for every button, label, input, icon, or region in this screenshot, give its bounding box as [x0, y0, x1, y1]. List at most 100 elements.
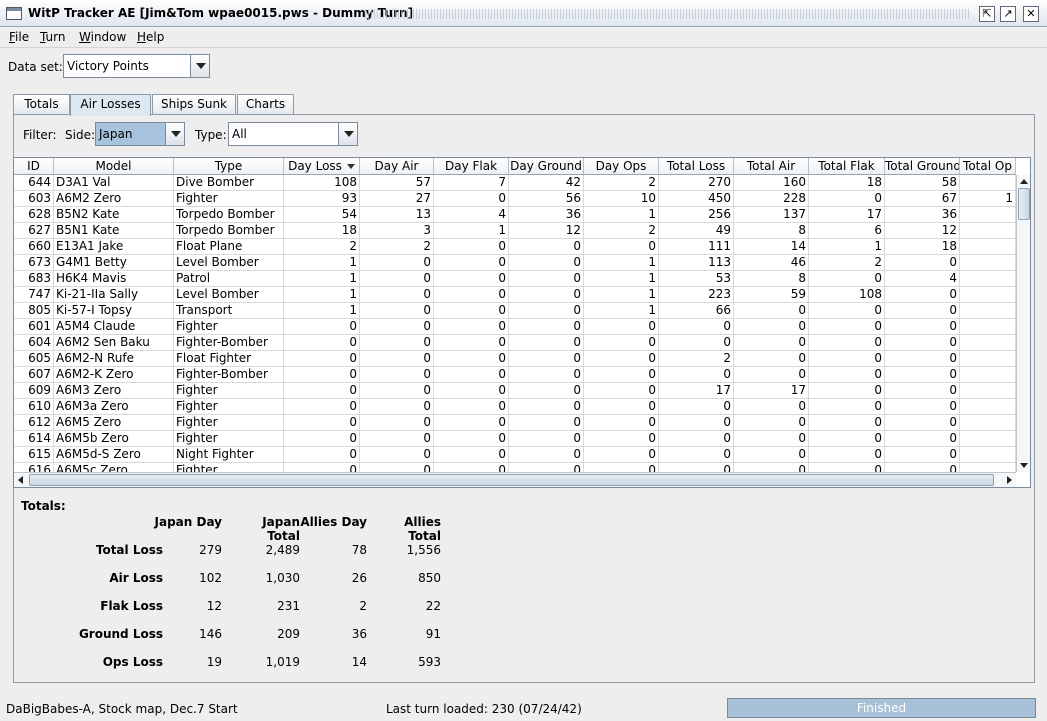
table-row[interactable]: 616 A6M5c Zero Fighter 0 0 0 0 0 0 0 0 0 — [14, 463, 1016, 472]
tab-air-losses[interactable]: Air Losses — [70, 94, 151, 116]
table-cell: A6M5d-S Zero — [54, 447, 174, 463]
column-header-total-loss[interactable]: Total Loss — [659, 158, 734, 175]
table-row[interactable]: 644 D3A1 Val Dive Bomber 108 57 7 42 2 270 160 18 5… — [14, 175, 1016, 191]
column-header-total-air[interactable]: Total Air — [734, 158, 809, 175]
totals-column-header: Japan Total — [262, 515, 300, 543]
table-cell — [960, 175, 1016, 191]
table-cell: 108 — [809, 287, 885, 303]
chevron-down-icon[interactable] — [165, 123, 184, 145]
table-cell: 0 — [659, 447, 734, 463]
column-header-model[interactable]: Model — [54, 158, 174, 175]
table-cell: 0 — [809, 415, 885, 431]
table-cell: 56 — [509, 191, 584, 207]
tab-totals[interactable]: Totals — [13, 94, 70, 115]
column-header-label: Total Op — [963, 159, 1012, 173]
table-cell: 137 — [734, 207, 809, 223]
column-header-day-ground[interactable]: Day Ground — [509, 158, 584, 175]
column-header-day-ops[interactable]: Day Ops — [584, 158, 659, 175]
type-label: Type: — [195, 128, 227, 142]
column-header-day-air[interactable]: Day Air — [360, 158, 434, 175]
vertical-scroll-thumb[interactable] — [1018, 188, 1030, 220]
close-icon[interactable]: ✕ — [1023, 6, 1039, 22]
side-select[interactable]: Japan — [95, 122, 185, 146]
table-row[interactable]: 747 Ki-21-IIa Sally Level Bomber 1 0 0 0 1 223 59… — [14, 287, 1016, 303]
table-cell: Fighter — [174, 191, 284, 207]
table-row[interactable]: 614 A6M5b Zero Fighter 0 0 0 0 0 0 0 0 0 — [14, 431, 1016, 447]
menu-turn[interactable]: Turn — [40, 30, 65, 44]
column-header-id[interactable]: ID — [14, 158, 54, 175]
table-cell: 8 — [734, 223, 809, 239]
table-row[interactable]: 628 B5N2 Kate Torpedo Bomber 54 13 4 36 1 256 137… — [14, 207, 1016, 223]
table-row[interactable]: 609 A6M3 Zero Fighter 0 0 0 0 0 17 17 0 0 — [14, 383, 1016, 399]
table-row[interactable]: 612 A6M5 Zero Fighter 0 0 0 0 0 0 0 0 0 — [14, 415, 1016, 431]
maximize-icon[interactable]: ↗ — [1000, 6, 1016, 22]
scroll-down-icon[interactable] — [1020, 463, 1028, 468]
column-header-total-op[interactable]: Total Op — [960, 158, 1016, 175]
menu-help[interactable]: Help — [137, 30, 164, 44]
table-cell: E13A1 Jake — [54, 239, 174, 255]
table-cell: 0 — [509, 303, 584, 319]
table-cell: 0 — [584, 399, 659, 415]
column-header-total-flak[interactable]: Total Flak — [809, 158, 885, 175]
table-cell: 58 — [885, 175, 960, 191]
dataset-select[interactable]: Victory Points — [63, 54, 210, 78]
table-cell: 57 — [360, 175, 434, 191]
column-header-day-flak[interactable]: Day Flak — [434, 158, 509, 175]
tab-ships-sunk[interactable]: Ships Sunk — [152, 94, 236, 115]
vertical-scrollbar[interactable] — [1016, 175, 1030, 472]
table-row[interactable]: 604 A6M2 Sen Baku Fighter-Bomber 0 0 0 0 0 0 0 0 0 — [14, 335, 1016, 351]
column-header-type[interactable]: Type — [174, 158, 284, 175]
table-cell: 805 — [14, 303, 54, 319]
table-row[interactable]: 605 A6M2-N Rufe Float Fighter 0 0 0 0 0 2 0 0 0 — [14, 351, 1016, 367]
table-row[interactable]: 607 A6M2-K Zero Fighter-Bomber 0 0 0 0 0 0 0 0 0 — [14, 367, 1016, 383]
table-cell: 8 — [734, 271, 809, 287]
air-losses-table[interactable]: ID Model Type Day Loss Day Air Day Flak Day Gr… — [13, 157, 1031, 488]
totals-value: 26 — [351, 571, 367, 585]
table-cell: 660 — [14, 239, 54, 255]
table-cell: 0 — [584, 447, 659, 463]
table-cell: 0 — [584, 239, 659, 255]
table-row[interactable]: 673 G4M1 Betty Level Bomber 1 0 0 0 1 113 46 2 0 — [14, 255, 1016, 271]
totals-value: 2 — [359, 599, 367, 613]
menu-file[interactable]: File — [9, 30, 29, 44]
table-cell: 627 — [14, 223, 54, 239]
chevron-down-icon[interactable] — [338, 123, 357, 145]
horizontal-scrollbar[interactable] — [14, 472, 1016, 487]
table-cell: 0 — [734, 399, 809, 415]
scroll-up-icon[interactable] — [1020, 179, 1028, 184]
table-row[interactable]: 601 A5M4 Claude Fighter 0 0 0 0 0 0 0 0 0 — [14, 319, 1016, 335]
column-header-label: Day Flak — [444, 159, 498, 173]
tab-charts[interactable]: Charts — [237, 94, 294, 115]
table-cell — [960, 271, 1016, 287]
table-row[interactable]: 683 H6K4 Mavis Patrol 1 0 0 0 1 53 8 0 4 — [14, 271, 1016, 287]
column-header-total-ground[interactable]: Total Ground — [885, 158, 960, 175]
totals-value: 146 — [199, 627, 222, 641]
title-bar: WitP Tracker AE [Jim&Tom wpae0015.pws - … — [0, 0, 1047, 27]
chevron-down-icon[interactable] — [190, 55, 209, 77]
horizontal-scroll-thumb[interactable] — [29, 474, 994, 486]
table-cell: 14 — [734, 239, 809, 255]
table-row[interactable]: 610 A6M3a Zero Fighter 0 0 0 0 0 0 0 0 0 — [14, 399, 1016, 415]
restore-icon[interactable]: ⇱ — [979, 6, 995, 22]
table-row[interactable]: 805 Ki-57-I Topsy Transport 1 0 0 0 1 66 0 0 0 — [14, 303, 1016, 319]
table-cell: 0 — [809, 351, 885, 367]
table-cell: 0 — [434, 287, 509, 303]
table-cell: Fighter-Bomber — [174, 367, 284, 383]
table-cell: Torpedo Bomber — [174, 223, 284, 239]
table-row[interactable]: 627 B5N1 Kate Torpedo Bomber 18 3 1 12 2 49 8 6 12 — [14, 223, 1016, 239]
table-cell: 0 — [434, 399, 509, 415]
type-select[interactable]: All — [228, 122, 358, 146]
menu-window[interactable]: Window — [79, 30, 126, 44]
table-row[interactable]: 603 A6M2 Zero Fighter 93 27 0 56 10 450 228 0 67 1 — [14, 191, 1016, 207]
scroll-left-icon[interactable] — [18, 476, 23, 484]
scroll-right-icon[interactable] — [1007, 476, 1012, 484]
table-row[interactable]: 615 A6M5d-S Zero Night Fighter 0 0 0 0 0 0 0 0 0 — [14, 447, 1016, 463]
column-header-day-loss[interactable]: Day Loss — [284, 158, 360, 175]
table-cell — [960, 351, 1016, 367]
table-cell: 1 — [284, 287, 360, 303]
table-cell: 0 — [809, 447, 885, 463]
table-row[interactable]: 660 E13A1 Jake Float Plane 2 2 0 0 0 111 14 1 18 — [14, 239, 1016, 255]
table-cell: A6M3 Zero — [54, 383, 174, 399]
table-cell: A6M3a Zero — [54, 399, 174, 415]
table-cell: 270 — [659, 175, 734, 191]
